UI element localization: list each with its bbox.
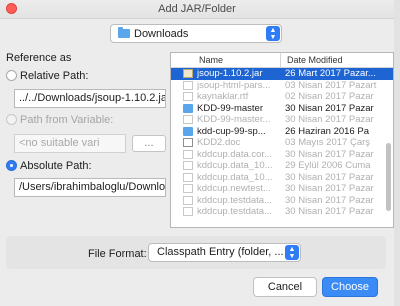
folder-file-icon (183, 126, 193, 136)
folder-file-icon (183, 103, 193, 113)
file-row[interactable]: KDD-99-master... 30 Nisan 2017 Pazar (171, 114, 393, 126)
file-file-icon (183, 207, 193, 216)
close-window-button[interactable] (6, 3, 17, 14)
file-name: kddcup.testdata... (197, 206, 272, 217)
name-column-header[interactable]: Name (171, 53, 281, 67)
file-row[interactable]: KDD2.doc 03 Mayıs 2017 Çarş (171, 137, 393, 149)
doc-file-icon (183, 138, 193, 147)
file-file-icon (183, 92, 193, 101)
file-date: 30 Nisan 2017 Pazar (285, 183, 374, 194)
file-file-icon (183, 161, 193, 170)
date-column-header[interactable]: Date Modified (281, 53, 343, 67)
reference-heading: Reference as (6, 52, 72, 64)
file-date: 03 Nisan 2017 Pazart (285, 79, 377, 91)
file-name: jsoup-1.10.2.jar (197, 68, 263, 79)
path-from-variable-radio[interactable] (6, 114, 17, 125)
file-date: 30 Nisan 2017 Pazar (285, 148, 374, 160)
file-row[interactable]: jsoup-1.10.2.jar 26 Mart 2017 Pazar... (171, 68, 393, 80)
file-name: kaynaklar.rtf (197, 91, 249, 102)
file-file-icon (183, 195, 193, 205)
file-name: kddcup.data.cor... (197, 148, 272, 160)
file-format-dropdown[interactable]: Classpath Entry (folder, ... ▲ ▼ (148, 243, 301, 262)
file-name: kdd-cup-99-sp... (197, 125, 266, 137)
file-row[interactable]: kaynaklar.rtf 02 Nisan 2017 Pazar (171, 91, 393, 103)
window-title: Add JAR/Folder (158, 3, 236, 15)
file-date: 02 Nisan 2017 Pazar (285, 91, 374, 102)
file-file-icon (183, 115, 193, 124)
file-file-icon (183, 184, 193, 193)
file-list-scrollbar[interactable] (386, 143, 391, 211)
file-date: 30 Nisan 2017 Pazar (285, 206, 374, 217)
file-row[interactable]: kddcup.testdata... 30 Nisan 2017 Pazar (171, 206, 393, 218)
variable-browse-button[interactable]: ... (132, 135, 166, 152)
jar-file-icon (183, 69, 193, 78)
file-name: kddcup.newtest... (197, 183, 271, 194)
relative-path-field[interactable]: ../../Downloads/jsoup-1.10.2.jar (14, 89, 166, 108)
file-browser[interactable]: Name Date Modified jsoup-1.10.2.jar 26 Ma… (170, 52, 394, 228)
file-date: 26 Haziran 2016 Pa (285, 125, 369, 137)
file-name: KDD2.doc (197, 137, 241, 148)
file-row[interactable]: jsoup-html-pars... 03 Nisan 2017 Pazart (171, 80, 393, 92)
file-date: 30 Nisan 2017 Pazar (285, 194, 374, 206)
file-row[interactable]: kddcup.data_10... 29 Eylül 2006 Cuma (171, 160, 393, 172)
file-file-icon (183, 149, 193, 159)
relative-path-radio[interactable] (6, 70, 17, 81)
file-date: 30 Nisan 2017 Pazar (285, 171, 374, 183)
file-row[interactable]: kddcup.newtest... 30 Nisan 2017 Pazar (171, 183, 393, 195)
variable-field[interactable]: <no suitable vari (14, 134, 126, 153)
absolute-path-field[interactable]: /Users/ibrahimbaloglu/Downloads/jsoup-1.… (14, 178, 166, 197)
file-name: kddcup.data_10... (197, 160, 273, 171)
absolute-path-radio[interactable] (6, 160, 17, 171)
file-name: KDD-99-master... (197, 114, 271, 125)
relative-path-label: Relative Path: (20, 70, 89, 82)
cancel-button[interactable]: Cancel (253, 277, 317, 297)
format-stepper-icon: ▲ ▼ (285, 245, 299, 260)
background-window-edge (394, 0, 400, 306)
dropdown-stepper-icon: ▲ ▼ (266, 26, 280, 41)
choose-button[interactable]: Choose (322, 277, 378, 297)
file-list: jsoup-1.10.2.jar 26 Mart 2017 Pazar... jso… (171, 68, 393, 218)
file-row[interactable]: KDD-99-master 30 Nisan 2017 Pazar (171, 103, 393, 115)
path-from-variable-label: Path from Variable: (20, 114, 114, 126)
file-date: 03 Mayıs 2017 Çarş (285, 137, 371, 148)
title-bar: Add JAR/Folder (0, 0, 394, 19)
file-name: kddcup.testdata... (197, 194, 272, 206)
file-row[interactable]: kddcup.data.cor... 30 Nisan 2017 Pazar (171, 149, 393, 161)
file-format-value: Classpath Entry (folder, ... (157, 246, 284, 258)
folder-icon (118, 27, 130, 38)
file-date: 26 Mart 2017 Pazar... (285, 68, 376, 79)
file-format-label: File Format: (88, 248, 147, 260)
file-name: kddcup.data_10... (197, 171, 273, 183)
file-row[interactable]: kdd-cup-99-sp... 26 Haziran 2016 Pa (171, 126, 393, 138)
file-name: KDD-99-master (197, 102, 263, 114)
file-file-icon (183, 80, 193, 90)
location-value: Downloads (134, 27, 189, 40)
location-dropdown[interactable]: Downloads ▲ ▼ (110, 24, 282, 43)
file-date: 30 Nisan 2017 Pazar (285, 114, 374, 125)
file-date: 30 Nisan 2017 Pazar (285, 102, 374, 114)
add-jar-folder-dialog: Add JAR/Folder Downloads ▲ ▼ Reference as… (0, 0, 394, 306)
file-browser-header: Name Date Modified (171, 53, 393, 68)
absolute-path-label: Absolute Path: (20, 160, 92, 172)
file-name: jsoup-html-pars... (197, 79, 271, 91)
file-date: 29 Eylül 2006 Cuma (285, 160, 371, 171)
file-row[interactable]: kddcup.data_10... 30 Nisan 2017 Pazar (171, 172, 393, 184)
file-file-icon (183, 172, 193, 182)
file-row[interactable]: kddcup.testdata... 30 Nisan 2017 Pazar (171, 195, 393, 207)
